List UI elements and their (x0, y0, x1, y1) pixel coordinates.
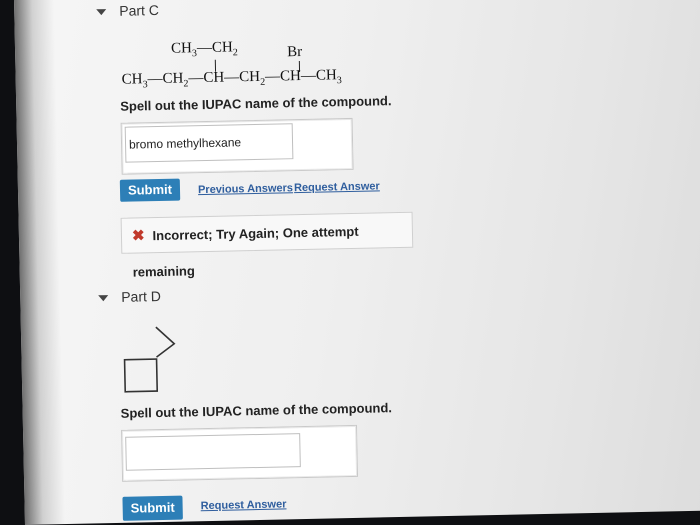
part-d-title: Part D (121, 287, 162, 305)
feedback-text: Incorrect; Try Again; One attempt remain… (132, 223, 359, 280)
feedback-banner: ✖ Incorrect; Try Again; One attempt remai… (120, 211, 414, 280)
screen: Part C CH3—CH2 Br CH3—CH2—CH—CH2—CH—CH3 … (14, 0, 700, 525)
previous-answers-link[interactable]: Previous Answers (198, 182, 293, 196)
part-c-submit-button[interactable]: Submit (119, 178, 181, 202)
collapse-caret-icon-part-d[interactable] (98, 295, 109, 302)
part-c-request-answer-link[interactable]: Request Answer (294, 180, 380, 194)
part-c-answer-input[interactable] (124, 123, 294, 163)
x-mark-icon: ✖ (131, 227, 145, 245)
cyclobutane-ring (123, 358, 159, 393)
ethyl-bond-lines (155, 326, 176, 358)
part-d-answer-input[interactable] (125, 433, 301, 471)
part-d-request-answer-link[interactable]: Request Answer (201, 498, 287, 512)
part-d-submit-button[interactable]: Submit (122, 495, 183, 521)
part-d-prompt: Spell out the IUPAC name of the compound… (120, 400, 393, 421)
cyclobutyl-structure (123, 326, 176, 393)
